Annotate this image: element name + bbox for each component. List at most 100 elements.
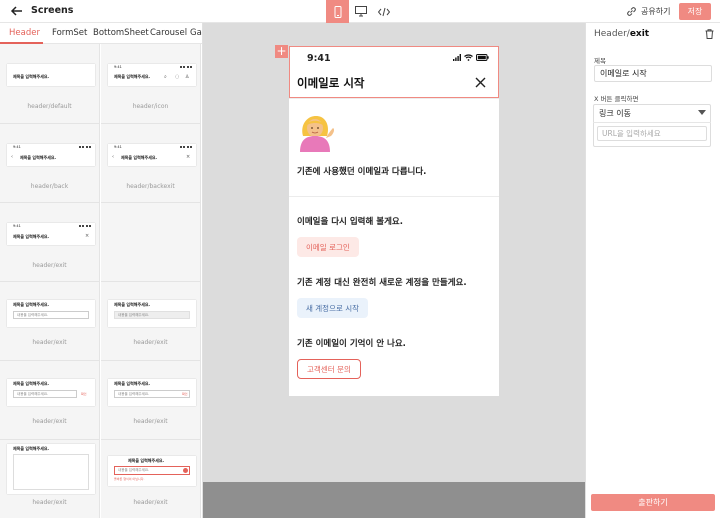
status-icons [79, 225, 91, 227]
code-view-icon [377, 7, 390, 16]
thumbnail-action: 확인 [81, 392, 87, 396]
new-account-button[interactable]: 새 계정으로 시작 [297, 298, 369, 318]
thumbnail-title: 제목을 입력해주세요. [121, 155, 158, 160]
component-library: Header FormSet BottomSheet Carousel Gal … [0, 23, 203, 518]
thumbnail-label: header/exit [133, 499, 168, 506]
section-divider [289, 196, 499, 197]
thumbnail-title: 제목을 입력해주세요. [20, 155, 57, 160]
status-icons [180, 146, 192, 148]
thumbnail-formset-disabled[interactable]: 제목을 입력해주세요. 내용을 입력해주세요. header/exit [101, 282, 201, 361]
bell-icon: ◌ [175, 74, 180, 80]
thumbnail-header-exit[interactable]: 9:41 제목을 입력해주세요. × header/exit [0, 203, 100, 282]
customer-center-button[interactable]: 고객센터 문의 [297, 359, 361, 379]
share-label: 공유하기 [641, 7, 671, 16]
error-icon [183, 468, 188, 473]
close-icon: × [85, 233, 90, 239]
thumbnail-title: 제목을 입력해주세요. [114, 302, 151, 307]
mobile-view-icon [334, 5, 341, 18]
thumbnail-title: 제목을 입력해주세요. [128, 458, 165, 463]
mobile-view-button[interactable] [326, 0, 349, 23]
thumbnail-formset-input[interactable]: 제목을 입력해주세요. 내용을 입력해주세요. header/exit [0, 282, 100, 361]
tab-formset[interactable]: FormSet [52, 28, 87, 38]
view-toggle [326, 0, 395, 23]
thumbnail-status-time: 9:41 [13, 145, 21, 149]
save-button[interactable]: 저장 [679, 3, 711, 20]
thumbnail-input: 내용을 입력해주세요. [13, 311, 89, 319]
thumbnail-label: header/exit [133, 418, 168, 425]
search-icon: ⌕ [164, 74, 167, 80]
signal-icon [453, 54, 461, 61]
thumbnail-label: header/exit [32, 262, 67, 269]
thumbnail-preview: 제목을 입력해주세요. [7, 64, 95, 86]
wifi-icon [464, 54, 473, 61]
tab-header[interactable]: Header [9, 28, 40, 38]
thumbnail-error: 올바른 형식이 아닙니다. [114, 477, 145, 481]
trash-icon[interactable] [705, 29, 714, 39]
share-icon [627, 7, 636, 16]
x-action-label: X 버튼 클릭하면 [594, 95, 639, 103]
close-icon[interactable] [474, 76, 487, 89]
inspector-title: Header/exit [594, 29, 649, 39]
tab-bottomsheet[interactable]: BottomSheet [93, 28, 149, 38]
thumbnail-formset-inline[interactable]: 제목을 입력해주세요. 내용을 입력해주세요. 확인 header/exit [101, 361, 201, 440]
inspector-panel: Header/exit 제목 이메일로 시작 X 버튼 클릭하면 [585, 23, 720, 518]
thumbnail-label: header/icon [132, 103, 169, 110]
back-arrow-icon[interactable] [10, 4, 24, 18]
thumbnail-status-time: 9:41 [114, 145, 122, 149]
thumbnail-formset-error[interactable]: 제목을 입력해주세요. 내용을 입력해주세요. 올바른 형식이 아닙니다. he… [101, 440, 201, 518]
publish-button[interactable]: 출판하기 [591, 494, 715, 511]
thumbnail-textarea [13, 454, 89, 490]
thumbnail-preview: 9:41 제목을 입력해주세요. ⌕ ◌ ♙ [108, 64, 196, 86]
thumbnail-label: header/exit [32, 418, 67, 425]
thumbnail-title: 제목을 입력해주세요. [13, 74, 50, 79]
thumbnail-title: 제목을 입력해주세요. [13, 234, 50, 239]
thumbnail-title: 제목을 입력해주세요. [114, 74, 151, 79]
thumbnail-preview: 9:41 ‹ 제목을 입력해주세요. [7, 144, 95, 166]
phone-question-2: 기존 계정 대신 완전히 새로운 계정을 만들게요. [297, 278, 467, 288]
canvas-footer [203, 482, 585, 518]
thumbnail-header-back[interactable]: 9:41 ‹ 제목을 입력해주세요. header/back [0, 124, 100, 203]
thumbnail-label: header/exit [32, 499, 67, 506]
thumbnail-input: 내용을 입력해주세요. [114, 311, 190, 319]
thumbnail-title: 제목을 입력해주세요. [13, 302, 50, 307]
header-divider [289, 98, 499, 99]
battery-icon [476, 54, 489, 61]
thumbnail-preview: 제목을 입력해주세요. 내용을 입력해주세요. [108, 300, 196, 327]
thumbnail-header-default[interactable]: 제목을 입력해주세요. header/default [0, 44, 100, 124]
thumbnail-label: header/exit [32, 339, 67, 346]
close-icon: × [186, 154, 191, 160]
chevron-down-icon[interactable] [698, 110, 706, 115]
phone-status-icons [453, 54, 489, 61]
status-icons [180, 66, 192, 68]
share-button[interactable]: 공유하기 [626, 4, 670, 19]
status-icons [79, 146, 91, 148]
thumbnail-empty [101, 203, 201, 282]
thumbnail-formset-textarea[interactable]: 제목을 입력해주세요. header/exit [0, 440, 100, 518]
plus-icon[interactable]: + [275, 45, 288, 58]
tab-gallery[interactable]: Gal [190, 28, 202, 38]
thumbnail-formset-action[interactable]: 제목을 입력해주세요. 내용을 입력해주세요. 확인 header/exit [0, 361, 100, 440]
tab-carousel[interactable]: Carousel [150, 28, 187, 38]
thumbnail-label: header/back [30, 183, 69, 190]
x-action-select[interactable]: 링크 이동 [599, 108, 631, 119]
thumbnail-header-backexit[interactable]: 9:41 ‹ 제목을 입력해주세요. × header/backexit [101, 124, 201, 203]
thumbnail-title: 제목을 입력해주세요. [13, 446, 50, 451]
thumbnail-status-time: 9:41 [13, 224, 21, 228]
thumbnail-preview: 제목을 입력해주세요. 내용을 입력해주세요. 확인 [7, 379, 95, 406]
thumbnail-preview: 제목을 입력해주세요. 내용을 입력해주세요. [7, 300, 95, 327]
desktop-view-icon [354, 6, 367, 17]
component-prefix: Header/ [594, 29, 630, 39]
code-view-button[interactable] [372, 0, 395, 23]
phone-question-1: 이메일을 다시 입력해 볼게요. [297, 217, 403, 227]
title-input[interactable]: 이메일로 시작 [594, 65, 712, 82]
thumbnail-status-time: 9:41 [114, 65, 122, 69]
url-input[interactable]: URL을 입력하세요 [597, 126, 707, 141]
thumbnail-preview: 제목을 입력해주세요. [7, 444, 95, 494]
desktop-view-button[interactable] [349, 0, 372, 23]
component-name: exit [629, 29, 650, 39]
x-action-divider [593, 122, 711, 123]
thumbnail-header-icon[interactable]: 9:41 제목을 입력해주세요. ⌕ ◌ ♙ header/icon [101, 44, 201, 124]
person-tipping-hand-emoji [300, 116, 335, 152]
email-login-button[interactable]: 이메일 로그인 [297, 237, 359, 257]
back-icon: ‹ [112, 154, 114, 160]
